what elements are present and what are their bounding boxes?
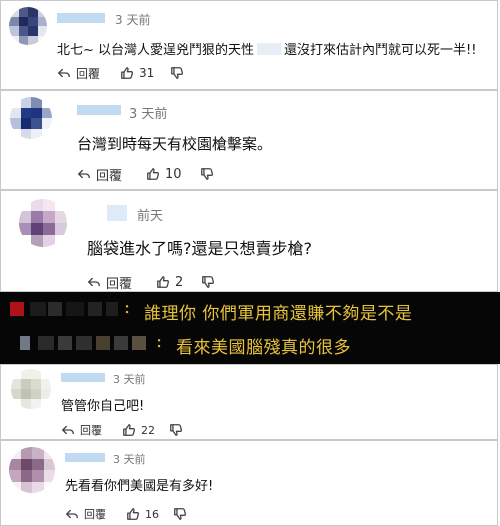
avatar[interactable] (9, 7, 47, 45)
reply-button[interactable]: 回覆 (77, 165, 122, 184)
subtitle-banner: : 誰理你 你們軍用商還賺不夠是不是 : 看來美國腦殘真的很多 (0, 292, 500, 364)
thumbs-up-icon (127, 508, 140, 520)
avatar[interactable] (9, 447, 55, 493)
reply-arrow-icon (78, 169, 90, 179)
reply-button[interactable]: 回覆 (65, 506, 106, 522)
comment-time[interactable]: 3 天前 (129, 103, 167, 122)
thumbs-up-icon (123, 424, 136, 436)
comment-time[interactable]: 前天 (137, 205, 163, 224)
reply-arrow-icon (62, 425, 74, 435)
comment-text: 管管你自己吧! (61, 399, 145, 414)
username[interactable] (61, 373, 105, 382)
comment-actions: 回覆 2 (87, 273, 220, 292)
comment-text: 北七~ 以台灣人愛逞兇鬥狠的天性 還沒打來估計內鬥就可以死一半!! (57, 43, 477, 58)
comment-card: 3 天前 北七~ 以台灣人愛逞兇鬥狠的天性 還沒打來估計內鬥就可以死一半!! 回覆… (0, 0, 498, 90)
comment-card: 前天 腦袋進水了嗎?還是只想賣步槍? 回覆 2 (0, 190, 498, 292)
like-button[interactable]: 16 (126, 507, 159, 521)
comment-card: 3 天前 先看看你們美國是有多好! 回覆 16 (0, 440, 498, 526)
subtitle-text: 誰理你 你們軍用商還賺不夠是不是 (144, 304, 413, 324)
comment-time[interactable]: 3 天前 (113, 371, 146, 387)
like-button[interactable]: 10 (146, 167, 182, 182)
like-button[interactable]: 31 (120, 66, 154, 80)
username[interactable] (77, 105, 121, 115)
avatar[interactable] (19, 199, 67, 247)
avatar[interactable] (10, 97, 52, 139)
thumbs-up-icon (147, 168, 160, 180)
dislike-button[interactable] (169, 423, 188, 437)
username[interactable] (107, 205, 127, 221)
comment-time[interactable]: 3 天前 (113, 451, 146, 467)
username[interactable] (65, 453, 105, 462)
comment-card: 3 天前 管管你自己吧! 回覆 22 (0, 364, 498, 440)
reply-arrow-icon (88, 277, 100, 287)
thumbs-up-icon (121, 67, 134, 79)
dislike-button[interactable] (200, 167, 219, 181)
subtitle-line-2: : 看來美國腦殘真的很多 (0, 330, 500, 358)
dislike-button[interactable] (173, 507, 192, 521)
comment-feed: 3 天前 北七~ 以台灣人愛逞兇鬥狠的天性 還沒打來估計內鬥就可以死一半!! 回覆… (0, 0, 500, 526)
comment-actions: 回覆 10 (77, 165, 219, 184)
subtitle-text: 看來美國腦殘真的很多 (176, 338, 351, 358)
subtitle-line-1: : 誰理你 你們軍用商還賺不夠是不是 (0, 296, 500, 324)
thumbs-down-icon (171, 67, 184, 79)
comment-actions: 回覆 31 (57, 64, 189, 82)
comment-card: 3 天前 台灣到時每天有校園槍擊案。 回覆 10 (0, 90, 498, 190)
thumbs-down-icon (170, 424, 183, 436)
reply-button[interactable]: 回覆 (87, 273, 132, 292)
dislike-button[interactable] (170, 66, 189, 80)
avatar[interactable] (11, 369, 51, 409)
comment-actions: 回覆 16 (65, 505, 192, 523)
username[interactable] (57, 13, 105, 23)
thumbs-down-icon (200, 168, 213, 180)
thumbs-down-icon (202, 276, 215, 288)
comment-actions: 回覆 22 (61, 421, 188, 439)
like-button[interactable]: 2 (156, 275, 183, 290)
dislike-button[interactable] (201, 275, 220, 289)
like-button[interactable]: 22 (122, 423, 155, 437)
comment-text: 台灣到時每天有校園槍擊案。 (77, 135, 273, 153)
thumbs-up-icon (157, 276, 170, 288)
reply-button[interactable]: 回覆 (61, 422, 102, 438)
reply-arrow-icon (58, 68, 70, 78)
comment-text: 先看看你們美國是有多好! (65, 479, 214, 494)
comment-time[interactable]: 3 天前 (115, 11, 150, 28)
comment-text: 腦袋進水了嗎?還是只想賣步槍? (87, 239, 312, 258)
reply-arrow-icon (66, 509, 78, 519)
reply-button[interactable]: 回覆 (57, 65, 100, 82)
thumbs-down-icon (174, 508, 187, 520)
